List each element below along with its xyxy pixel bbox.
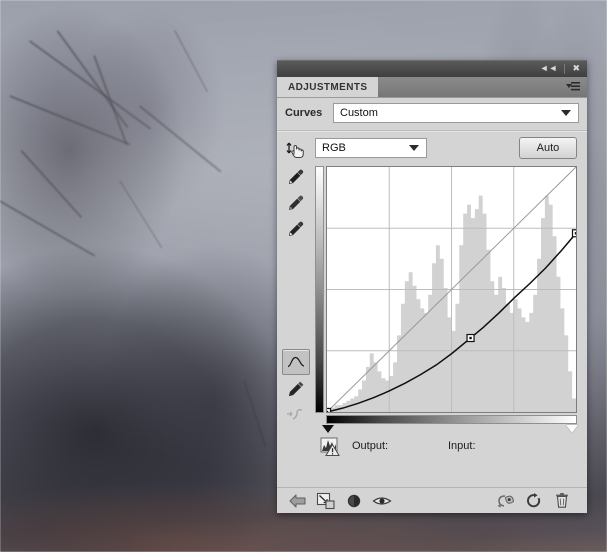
smooth-curve-tool xyxy=(283,403,309,427)
panel-body: RGB Auto Output: Input: xyxy=(277,132,587,459)
clip-to-layer-button[interactable] xyxy=(314,490,338,512)
gray-point-eyedropper[interactable] xyxy=(283,191,309,215)
black-point-slider[interactable] xyxy=(322,425,334,433)
preview-eye-button[interactable] xyxy=(370,490,394,512)
curve-control-point-center-2 xyxy=(574,232,576,235)
curves-label: Curves xyxy=(285,107,323,119)
titlebar-divider xyxy=(564,63,566,74)
return-to-adjustment-list-button[interactable] xyxy=(286,490,310,512)
preset-dropdown-value: Custom xyxy=(340,107,378,119)
input-label: Input: xyxy=(448,440,476,452)
curve-control-point-center-0 xyxy=(327,410,329,412)
histogram-warning-icon[interactable] xyxy=(320,436,342,456)
adjustments-panel: ◄◄ ✖ ADJUSTMENTS Curves Custom RGB Auto … xyxy=(277,60,587,513)
close-icon[interactable]: ✖ xyxy=(569,62,583,75)
collapse-double-arrow-icon[interactable]: ◄◄ xyxy=(537,62,561,75)
preset-row: Curves Custom xyxy=(277,98,587,126)
input-gradient-bar xyxy=(326,415,577,424)
tab-adjustments[interactable]: ADJUSTMENTS xyxy=(277,77,379,97)
titlebar-buttons: ◄◄ ✖ xyxy=(537,62,583,75)
panel-bottom-bar xyxy=(277,487,587,513)
output-label: Output: xyxy=(352,440,448,452)
black-point-eyedropper[interactable] xyxy=(283,165,309,189)
chevron-down-icon xyxy=(561,110,571,116)
curve-control-point-center-1 xyxy=(469,336,472,340)
input-label-text: Input: xyxy=(448,440,476,452)
preset-dropdown[interactable]: Custom xyxy=(333,103,579,123)
curve-plot-area[interactable] xyxy=(326,166,577,413)
curves-graph xyxy=(315,166,578,433)
panel-tabstrip: ADJUSTMENTS xyxy=(277,77,587,98)
channel-row: RGB Auto xyxy=(315,136,577,160)
delete-adjustment-layer-button[interactable] xyxy=(550,490,574,512)
white-point-eyedropper[interactable] xyxy=(283,217,309,241)
channel-dropdown-value: RGB xyxy=(322,142,346,154)
white-point-slider[interactable] xyxy=(566,425,578,433)
curves-content: RGB Auto Output: Input: xyxy=(315,136,587,459)
view-previous-state-button[interactable] xyxy=(494,490,518,512)
panel-titlebar: ◄◄ ✖ xyxy=(277,60,587,77)
targeted-adjustment-tool[interactable] xyxy=(283,139,309,163)
readout-row: Output: Input: xyxy=(315,433,577,459)
output-label-text: Output: xyxy=(352,440,389,452)
tool-column xyxy=(277,136,315,459)
channel-dropdown[interactable]: RGB xyxy=(315,138,427,158)
toggle-layer-visibility-button[interactable] xyxy=(342,490,366,512)
pencil-draw-tool[interactable] xyxy=(283,377,309,401)
curve-svg xyxy=(327,167,576,412)
reset-adjustment-button[interactable] xyxy=(522,490,546,512)
chevron-down-icon xyxy=(409,145,419,151)
output-gradient-bar xyxy=(315,166,324,413)
curve-edit-tool[interactable] xyxy=(282,349,310,375)
panel-menu-icon[interactable] xyxy=(565,80,581,94)
auto-button[interactable]: Auto xyxy=(519,137,577,159)
